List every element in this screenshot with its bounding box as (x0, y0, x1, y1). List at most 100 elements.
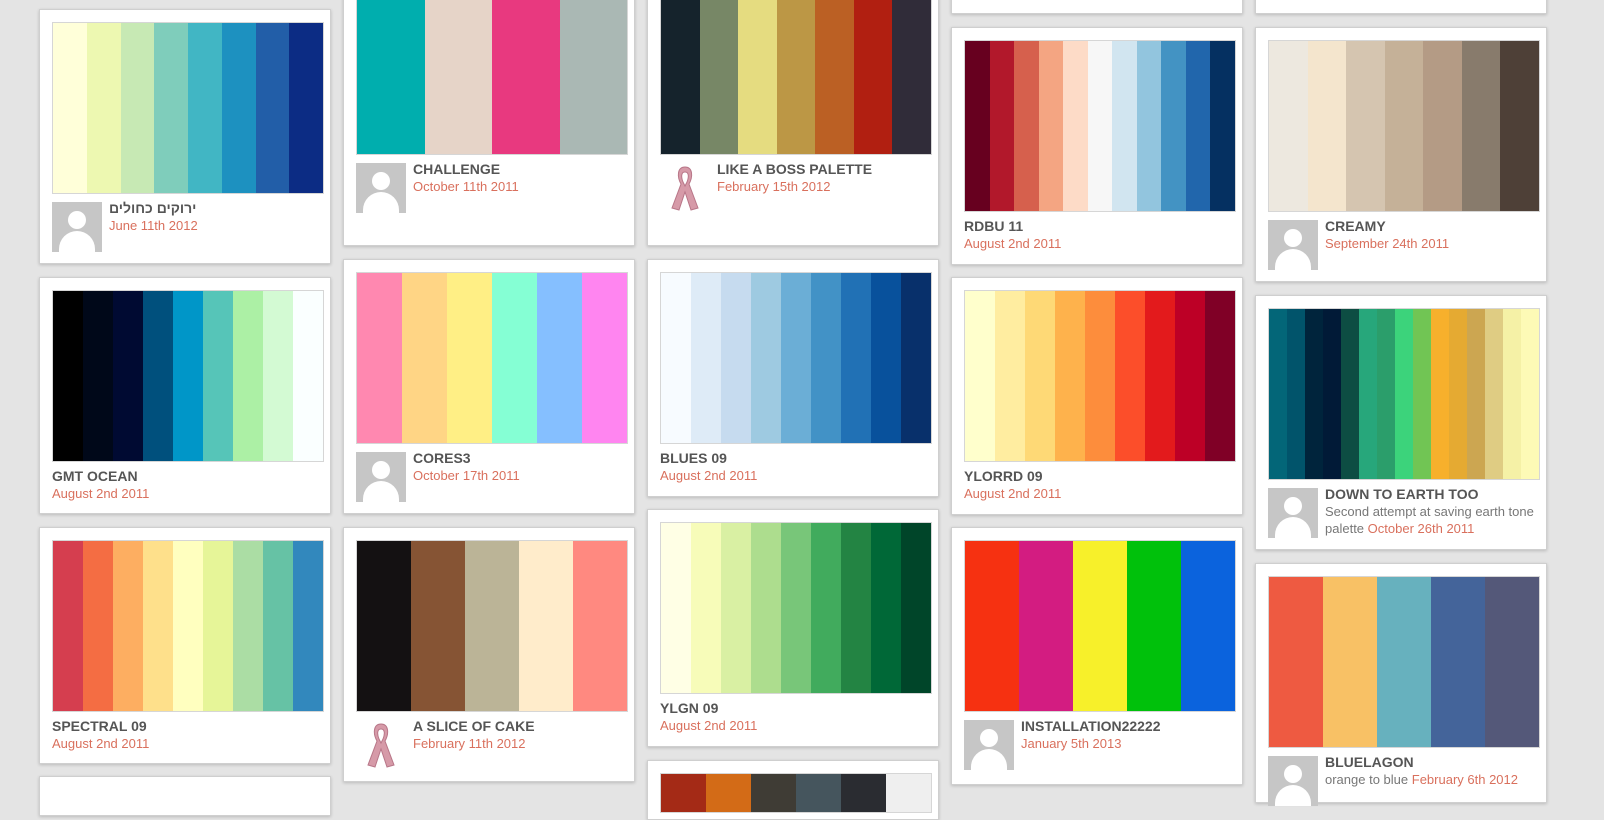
palette-title[interactable]: CHALLENGE (413, 161, 626, 178)
palette-card[interactable]: SPECTRAL 09 August 2nd 2011 (39, 527, 331, 764)
color-palette[interactable] (964, 40, 1236, 212)
palette-title[interactable]: CORES3 (413, 450, 626, 467)
palette-card[interactable]: YLGN 09 August 2nd 2011 (647, 509, 939, 747)
palette-card[interactable]: BLUELAGON orange to blue February 6th 201… (1255, 563, 1547, 806)
color-swatch (1145, 291, 1175, 461)
color-palette[interactable] (356, 0, 628, 155)
user-avatar-icon[interactable] (356, 163, 406, 213)
color-swatch (113, 541, 143, 711)
palette-card[interactable] (647, 760, 939, 820)
palette-title[interactable]: A SLICE OF CAKE (413, 718, 626, 735)
palette-title[interactable]: SPECTRAL 09 (52, 718, 322, 735)
palette-card[interactable]: CHALLENGE October 11th 2011 (343, 0, 635, 246)
color-swatch (721, 273, 751, 443)
color-swatch (1014, 41, 1039, 211)
color-palette[interactable] (1268, 576, 1540, 748)
palette-card[interactable]: DOWN TO EARTH TOO Second attempt at savin… (1255, 295, 1547, 550)
color-swatch (1431, 577, 1485, 747)
palette-title[interactable]: BLUELAGON (1325, 754, 1538, 771)
palette-card[interactable]: YLORRD 09 August 2nd 2011 (951, 277, 1243, 515)
user-avatar-icon[interactable] (1268, 756, 1318, 806)
palette-info: LIKE A BOSS PALETTE February 15th 2012 (717, 161, 930, 195)
palette-card[interactable]: CREAMY September 24th 2011 (1255, 27, 1547, 282)
palette-card[interactable]: LIKE A BOSS PALETTE February 15th 2012 (647, 0, 939, 246)
color-swatch (1112, 41, 1137, 211)
color-swatch (154, 23, 188, 193)
color-swatch (402, 273, 447, 443)
palette-card[interactable]: BLUES 09 August 2nd 2011 (647, 259, 939, 497)
palette-info: ירוקים כחולים June 11th 2012 (109, 200, 322, 234)
color-swatch (263, 541, 293, 711)
palette-card[interactable]: ירוקים כחולים June 11th 2012 (39, 9, 331, 264)
palette-title[interactable]: INSTALLATION22222 (1021, 718, 1234, 735)
color-palette[interactable] (356, 272, 628, 444)
color-swatch (573, 541, 627, 711)
color-swatch (1485, 577, 1539, 747)
user-avatar-icon[interactable] (52, 202, 102, 252)
palette-title[interactable]: DOWN TO EARTH TOO (1325, 486, 1538, 503)
palette-title[interactable]: BLUES 09 (660, 450, 930, 467)
palette-card[interactable]: INSTALLATION22222 January 5th 2013 (951, 527, 1243, 785)
palette-title[interactable]: ירוקים כחולים (109, 200, 322, 217)
color-palette[interactable] (660, 0, 932, 155)
color-palette[interactable] (964, 540, 1236, 712)
palette-meta: GMT OCEAN August 2nd 2011 (52, 468, 322, 502)
color-palette[interactable] (964, 290, 1236, 462)
color-swatch (1210, 41, 1235, 211)
palette-info: CHALLENGE October 11th 2011 (413, 161, 626, 195)
color-palette[interactable] (52, 22, 324, 194)
color-swatch (1323, 309, 1341, 479)
color-swatch (1019, 541, 1073, 711)
user-avatar-icon[interactable] (964, 720, 1014, 770)
awareness-ribbon-icon[interactable] (668, 163, 702, 213)
color-swatch (1127, 541, 1181, 711)
palette-card[interactable] (39, 776, 331, 816)
palette-info: DOWN TO EARTH TOO Second attempt at savin… (1325, 486, 1538, 537)
color-swatch (1073, 541, 1127, 711)
color-swatch (776, 0, 816, 154)
color-palette[interactable] (356, 540, 628, 712)
palette-date: August 2nd 2011 (52, 486, 150, 501)
palette-title[interactable]: YLORRD 09 (964, 468, 1234, 485)
color-palette[interactable] (52, 290, 324, 462)
palette-description: Second attempt at saving earth tone pale… (1325, 503, 1538, 537)
palette-meta: RDBU 11 August 2nd 2011 (964, 218, 1234, 252)
color-swatch (691, 273, 721, 443)
color-swatch (1500, 41, 1539, 211)
palette-card[interactable]: A SLICE OF CAKE February 11th 2012 (343, 527, 635, 782)
palette-title[interactable]: LIKE A BOSS PALETTE (717, 161, 930, 178)
color-swatch (1269, 309, 1287, 479)
color-swatch (143, 291, 173, 461)
color-palette[interactable] (52, 540, 324, 712)
user-avatar-icon[interactable] (1268, 220, 1318, 270)
palette-info: GMT OCEAN August 2nd 2011 (52, 468, 322, 502)
palette-title[interactable]: CREAMY (1325, 218, 1538, 235)
palette-title[interactable]: RDBU 11 (964, 218, 1234, 235)
color-palette[interactable] (1268, 308, 1540, 480)
color-swatch (965, 41, 990, 211)
palette-date: August 2nd 2011 (964, 236, 1062, 251)
color-swatch (1269, 577, 1323, 747)
awareness-ribbon-icon[interactable] (364, 720, 398, 770)
color-palette[interactable] (660, 272, 932, 444)
palette-card[interactable] (1255, 0, 1547, 14)
user-avatar-icon[interactable] (1268, 488, 1318, 538)
palette-card[interactable] (951, 0, 1243, 14)
palette-title[interactable]: GMT OCEAN (52, 468, 322, 485)
user-avatar-icon[interactable] (356, 452, 406, 502)
palette-meta: LIKE A BOSS PALETTE February 15th 2012 (660, 161, 930, 211)
palette-card[interactable]: RDBU 11 August 2nd 2011 (951, 27, 1243, 265)
color-swatch (289, 23, 323, 193)
color-swatch (1305, 309, 1323, 479)
color-swatch (1185, 41, 1211, 211)
color-palette[interactable] (660, 522, 932, 694)
color-swatch (1485, 309, 1503, 479)
palette-date: August 2nd 2011 (52, 736, 150, 751)
palette-title[interactable]: YLGN 09 (660, 700, 930, 717)
color-swatch (173, 541, 203, 711)
palette-card[interactable]: CORES3 October 17th 2011 (343, 259, 635, 514)
color-palette[interactable] (660, 773, 932, 813)
palette-card[interactable]: GMT OCEAN August 2nd 2011 (39, 277, 331, 514)
color-swatch (661, 774, 706, 812)
color-palette[interactable] (1268, 40, 1540, 212)
